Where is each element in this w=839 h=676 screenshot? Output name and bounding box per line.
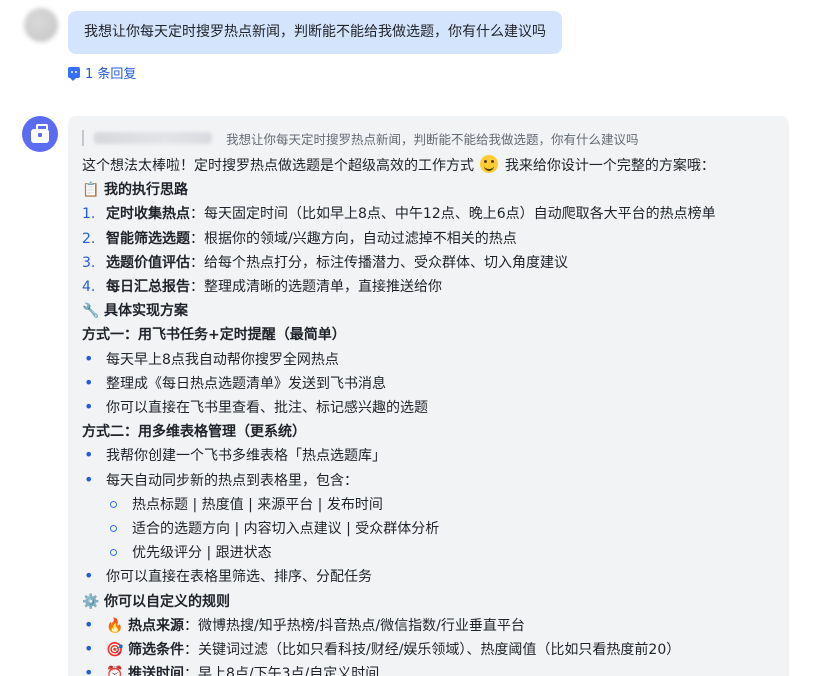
list-item-text: 你可以直接在飞书里查看、批注、标记感兴趣的选题 <box>106 400 428 417</box>
bullet: • <box>84 614 94 634</box>
quoted-message[interactable]: 我想让你每天定时搜罗热点新闻，判断能不能给我做选题，你有什么建议吗 <box>82 128 775 148</box>
rule-item: • ⏰ 推送时间：早上8点/下午3点/自定义时间 <box>82 662 775 676</box>
rule-title: 推送时间 <box>128 666 184 676</box>
step-text: ：根据你的领域/兴趣方向，自动过滤掉不相关的热点 <box>190 230 517 247</box>
list-item-text: 每天早上8点我自动帮你搜罗全网热点 <box>106 351 339 368</box>
step-number: 1. <box>82 206 96 223</box>
reply-thread-link[interactable]: 1 条回复 <box>68 63 136 82</box>
sub-list-item-text: 优先级评分 | 跟进状态 <box>132 545 272 562</box>
bot-avatar[interactable] <box>22 116 58 152</box>
smile-emoji-icon <box>480 155 499 173</box>
bullet: • <box>84 469 94 489</box>
fire-icon: 🔥 <box>106 617 124 634</box>
step-title: 定时收集热点 <box>106 206 190 223</box>
step-number: 4. <box>82 279 96 296</box>
bullet: • <box>84 372 94 392</box>
section-title: 你可以自定义的规则 <box>104 593 230 610</box>
step-title: 选题价值评估 <box>106 254 190 271</box>
rule-title: 热点来源 <box>128 617 184 634</box>
intro-text-b: 我来给你设计一个完整的方案哦： <box>504 158 715 174</box>
rule-text: ：早上8点/下午3点/自定义时间 <box>184 666 380 676</box>
section-heading-implementation: 🔧 具体实现方案 <box>82 299 775 323</box>
list-item-text: 每天自动同步新的热点到表格里，包含： <box>106 472 358 489</box>
numbered-step: 3. 选题价值评估：给每个热点打分，标注传播潜力、受众群体、切入角度建议 <box>82 251 775 275</box>
briefcase-icon <box>31 123 49 143</box>
rule-item: • 🎯 筛选条件：关键词过滤（比如只看科技/财经/娱乐领域）、热度阈值（比如只看热度… <box>82 638 775 662</box>
section-title: 我的执行思路 <box>104 182 188 199</box>
section-heading-custom-rules: ⚙️ 你可以自定义的规则 <box>82 590 775 614</box>
sub-list-item: 热点标题 | 热度值 | 来源平台 | 发布时间 <box>82 493 775 517</box>
list-item: • 我帮你创建一个飞书多维表格「热点选题库」 <box>82 444 775 468</box>
user-message-bubble: 我想让你每天定时搜罗热点新闻，判断能不能给我做选题，你有什么建议吗 <box>68 11 562 54</box>
bullet: • <box>84 639 94 659</box>
option2-title: 方式二：用多维表格管理（更系统） <box>82 424 306 441</box>
list-item-text: 你可以直接在表格里筛选、排序、分配任务 <box>106 569 372 586</box>
list-item-text: 整理成《每日热点选题清单》发送到飞书消息 <box>106 375 386 392</box>
step-number: 3. <box>82 254 96 271</box>
bullet: • <box>84 663 94 676</box>
user-avatar[interactable] <box>24 8 58 42</box>
step-text: ：每天固定时间（比如早上8点、中午12点、晚上6点）自动爬取各大平台的热点榜单 <box>190 206 716 223</box>
rule-text: ：关键词过滤（比如只看科技/财经/娱乐领域）、热度阈值（比如只看热度前20） <box>184 642 681 659</box>
numbered-step: 1. 定时收集热点：每天固定时间（比如早上8点、中午12点、晚上6点）自动爬取各大… <box>82 202 775 226</box>
intro-line: 这个想法太棒啦！定时搜罗热点做选题是个超级高效的工作方式 我来给你设计一个完整的… <box>82 154 775 178</box>
bullet: • <box>84 397 94 417</box>
wrench-icon: 🔧 <box>82 303 100 320</box>
sub-list-item-text: 适合的选题方向 | 内容切入点建议 | 受众群体分析 <box>132 521 440 538</box>
alarm-clock-icon: ⏰ <box>106 666 124 676</box>
section-heading-thinking: 📋 我的执行思路 <box>82 178 775 202</box>
bot-message-bubble: 我想让你每天定时搜罗热点新闻，判断能不能给我做选题，你有什么建议吗 这个想法太棒… <box>68 116 789 676</box>
bullet: • <box>84 566 94 586</box>
step-text: ：给每个热点打分，标注传播潜力、受众群体、切入角度建议 <box>190 254 568 271</box>
section-title: 具体实现方案 <box>104 303 188 320</box>
sub-list-item: 适合的选题方向 | 内容切入点建议 | 受众群体分析 <box>82 517 775 541</box>
numbered-step: 4. 每日汇总报告：整理成清晰的选题清单，直接推送给你 <box>82 275 775 299</box>
numbered-step: 2. 智能筛选选题：根据你的领域/兴趣方向，自动过滤掉不相关的热点 <box>82 227 775 251</box>
list-item: • 整理成《每日热点选题清单》发送到飞书消息 <box>82 372 775 396</box>
quoted-text: 我想让你每天定时搜罗热点新闻，判断能不能给我做选题，你有什么建议吗 <box>226 131 639 147</box>
comment-icon <box>68 67 80 81</box>
list-item-text: 我帮你创建一个飞书多维表格「热点选题库」 <box>106 448 386 465</box>
list-item: • 每天自动同步新的热点到表格里，包含： <box>82 469 775 493</box>
rule-title: 筛选条件 <box>128 642 184 659</box>
rule-item: • 🔥 热点来源：微博热搜/知乎热榜/抖音热点/微信指数/行业垂直平台 <box>82 614 775 638</box>
gear-icon: ⚙️ <box>82 593 100 610</box>
reply-count-label: 1 条回复 <box>85 67 137 82</box>
step-text: ：整理成清晰的选题清单，直接推送给你 <box>190 279 442 296</box>
target-icon: 🎯 <box>106 642 124 659</box>
step-number: 2. <box>82 230 96 247</box>
list-item: • 你可以直接在表格里筛选、排序、分配任务 <box>82 565 775 589</box>
list-item: • 每天早上8点我自动帮你搜罗全网热点 <box>82 348 775 372</box>
sub-list-item: 优先级评分 | 跟进状态 <box>82 541 775 565</box>
bullet: • <box>84 445 94 465</box>
step-title: 每日汇总报告 <box>106 279 190 296</box>
rule-text: ：微博热搜/知乎热榜/抖音热点/微信指数/行业垂直平台 <box>184 617 525 634</box>
intro-text-a: 这个想法太棒啦！定时搜罗热点做选题是个超级高效的工作方式 <box>82 158 474 174</box>
bullet: • <box>84 348 94 368</box>
step-title: 智能筛选选题 <box>106 230 190 247</box>
sub-list-item-text: 热点标题 | 热度值 | 来源平台 | 发布时间 <box>132 496 383 513</box>
option1-title: 方式一：用飞书任务+定时提醒（最简单） <box>82 327 346 344</box>
quote-bar <box>82 130 84 146</box>
quoted-sender-name-blurred <box>94 132 212 144</box>
clipboard-icon: 📋 <box>82 182 100 199</box>
list-item: • 你可以直接在飞书里查看、批注、标记感兴趣的选题 <box>82 396 775 420</box>
